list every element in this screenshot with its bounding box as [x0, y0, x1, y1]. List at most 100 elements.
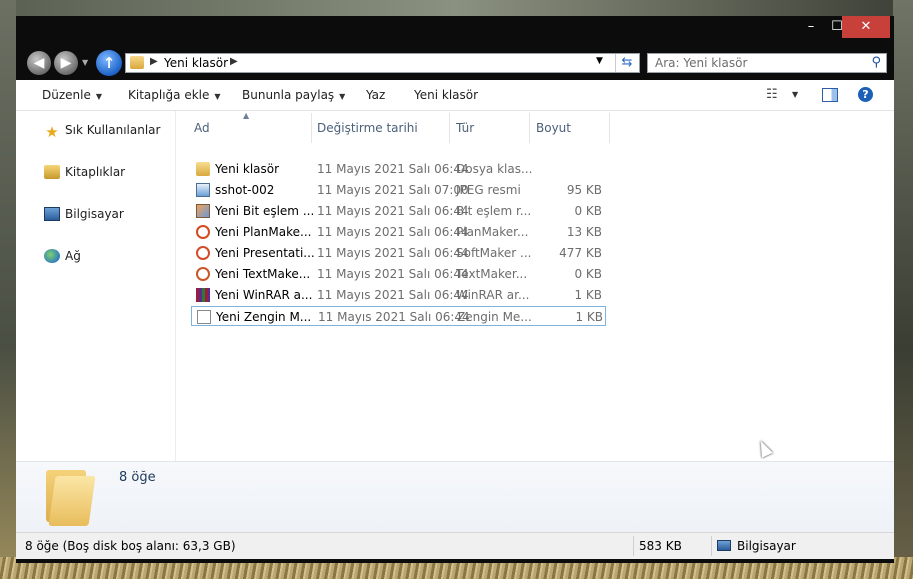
file-row[interactable]: Yeni PlanMake... 11 Mayıs 2021 Salı 06:4…: [191, 222, 606, 242]
chevron-down-icon[interactable]: ▼: [792, 90, 798, 99]
file-size: 0 KB: [574, 204, 602, 218]
file-date: 11 Mayıs 2021 Salı 07:00: [317, 183, 469, 197]
sort-ascending-icon: ▲: [243, 111, 250, 120]
file-date: 11 Mayıs 2021 Salı 06:44: [317, 267, 469, 281]
file-type: SoftMaker ...: [456, 246, 532, 260]
column-divider[interactable]: [449, 113, 450, 143]
file-size: 95 KB: [566, 183, 602, 197]
sidebar-item-favorites[interactable]: ★ Sık Kullanılanlar: [44, 123, 161, 141]
file-row[interactable]: Yeni WinRAR a... 11 Mayıs 2021 Salı 06:4…: [191, 285, 606, 305]
file-date: 11 Mayıs 2021 Salı 06:44: [317, 162, 469, 176]
jpeg-icon: [196, 183, 210, 197]
chevron-right-icon[interactable]: ▶: [230, 56, 238, 67]
status-total-size: 583 KB: [639, 539, 682, 553]
winrar-icon: [196, 288, 210, 302]
minimize-button[interactable]: –: [798, 16, 824, 38]
file-row[interactable]: sshot-002 11 Mayıs 2021 Salı 07:00 JPEG …: [191, 180, 606, 200]
details-pane: 8 öğe: [16, 461, 894, 532]
preview-pane-icon[interactable]: [822, 88, 838, 102]
file-name: Yeni WinRAR a...: [215, 288, 313, 302]
file-date: 11 Mayıs 2021 Salı 06:44: [318, 310, 470, 324]
column-divider[interactable]: [609, 113, 610, 143]
folder-icon: [196, 162, 210, 176]
column-header-type[interactable]: Tür: [456, 121, 474, 135]
sidebar-item-label: Bilgisayar: [65, 207, 124, 221]
presentations-icon: [196, 246, 210, 260]
navigation-pane: ★ Sık Kullanılanlar Kitaplıklar Bilgisay…: [16, 111, 176, 461]
bitmap-icon: [196, 204, 210, 218]
address-bar[interactable]: ▶ Yeni klasör ▶ ▼ ⇆: [125, 53, 640, 73]
column-header-size[interactable]: Boyut: [536, 121, 571, 135]
file-size: 13 KB: [566, 225, 602, 239]
file-type: WinRAR ar...: [456, 288, 530, 302]
file-name: Yeni Presentati...: [215, 246, 315, 260]
burn-button[interactable]: Yaz: [366, 88, 385, 102]
file-row[interactable]: Yeni TextMake... 11 Mayıs 2021 Salı 06:4…: [191, 264, 606, 284]
title-bar[interactable]: – ☐ ✕: [16, 16, 894, 44]
file-type: Zengin Me...: [457, 310, 532, 324]
chevron-right-icon[interactable]: ▶: [150, 56, 158, 67]
status-divider: [633, 536, 634, 556]
file-type: TextMaker...: [456, 267, 528, 281]
large-folder-icon: [46, 466, 96, 526]
file-date: 11 Mayıs 2021 Salı 06:44: [317, 204, 469, 218]
up-arrow-icon[interactable]: ↑: [96, 50, 122, 76]
forward-arrow-icon[interactable]: ▶: [54, 51, 78, 75]
sidebar-item-computer[interactable]: Bilgisayar: [44, 207, 124, 221]
file-type: Bit eşlem r...: [456, 204, 532, 218]
library-icon: [44, 165, 60, 179]
add-to-library-button[interactable]: Kitaplığa ekle ▼: [128, 88, 221, 102]
organize-button[interactable]: Düzenle ▼: [42, 88, 102, 102]
help-icon[interactable]: ?: [858, 87, 873, 102]
file-name: Yeni Bit eşlem ...: [215, 204, 315, 218]
share-with-button[interactable]: Bununla paylaş ▼: [242, 88, 345, 102]
close-button[interactable]: ✕: [842, 16, 890, 38]
file-list: ▲ Ad Değiştirme tarihi Tür Boyut Yeni kl…: [176, 111, 894, 461]
star-icon: ★: [45, 123, 59, 141]
file-row[interactable]: Yeni Bit eşlem ... 11 Mayıs 2021 Salı 06…: [191, 201, 606, 221]
refresh-icon[interactable]: ⇆: [615, 54, 638, 72]
file-row[interactable]: Yeni klasör 11 Mayıs 2021 Salı 06:44 Dos…: [191, 159, 606, 179]
planmaker-icon: [196, 225, 210, 239]
column-divider[interactable]: [529, 113, 530, 143]
recent-pages-chevron-down-icon[interactable]: ▼: [82, 58, 88, 67]
navigation-bar: ◀ ▶ ▼ ↑ ▶ Yeni klasör ▶ ▼ ⇆ Ara: Yeni kl…: [16, 46, 894, 80]
textmaker-icon: [196, 267, 210, 281]
column-header-name[interactable]: Ad: [194, 121, 210, 135]
file-type: Dosya klas...: [456, 162, 533, 176]
file-type: JPEG resmi: [456, 183, 521, 197]
column-header-date[interactable]: Değiştirme tarihi: [317, 121, 418, 135]
explorer-window: – ☐ ✕ ◀ ▶ ▼ ↑ ▶ Yeni klasör ▶ ▼ ⇆ Ara: Y…: [16, 16, 894, 563]
sidebar-item-label: Sık Kullanılanlar: [65, 123, 161, 137]
rtf-document-icon: [197, 310, 211, 324]
breadcrumb-current-folder[interactable]: Yeni klasör: [164, 56, 228, 70]
view-options-icon[interactable]: ☷: [766, 87, 778, 102]
chevron-down-icon[interactable]: ▼: [596, 56, 603, 66]
file-size: 0 KB: [574, 267, 602, 281]
file-size: 1 KB: [574, 288, 602, 302]
file-name: sshot-002: [215, 183, 275, 197]
computer-icon: [44, 207, 60, 221]
file-type: PlanMaker...: [456, 225, 529, 239]
network-icon: [44, 249, 60, 263]
column-divider[interactable]: [311, 113, 312, 143]
status-location: Bilgisayar: [737, 539, 796, 553]
desktop-wallpaper-top: [0, 0, 913, 16]
sidebar-item-libraries[interactable]: Kitaplıklar: [44, 165, 125, 179]
back-arrow-icon[interactable]: ◀: [27, 51, 51, 75]
search-input[interactable]: Ara: Yeni klasör ⚲: [647, 53, 887, 73]
file-size: 1 KB: [575, 310, 603, 324]
file-row[interactable]: Yeni Presentati... 11 Mayıs 2021 Salı 06…: [191, 243, 606, 263]
command-toolbar: Düzenle ▼ Kitaplığa ekle ▼ Bununla paylaş ▼…: [16, 80, 894, 111]
new-folder-button[interactable]: Yeni klasör: [414, 88, 478, 102]
search-icon[interactable]: ⚲: [871, 55, 881, 70]
computer-icon: [717, 540, 731, 551]
status-summary: 8 öğe (Boş disk boş alanı: 63,3 GB): [25, 539, 236, 553]
share-with-label: Bununla paylaş: [242, 88, 335, 102]
search-placeholder: Ara: Yeni klasör: [655, 56, 748, 70]
sidebar-item-network[interactable]: Ağ: [44, 249, 81, 263]
file-name: Yeni klasör: [215, 162, 280, 176]
desktop-wallpaper-left: [0, 0, 16, 579]
file-date: 11 Mayıs 2021 Salı 06:44: [317, 288, 469, 302]
file-row-selected[interactable]: Yeni Zengin M... 11 Mayıs 2021 Salı 06:4…: [191, 306, 606, 326]
